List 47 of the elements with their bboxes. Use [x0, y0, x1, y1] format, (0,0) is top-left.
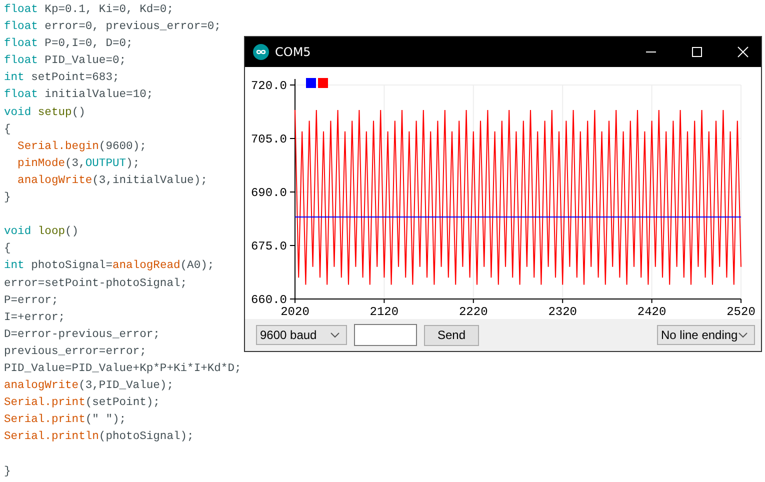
code-line: Serial.begin(9600); [16, 140, 146, 153]
code-line: Serial.println(photoSignal); [4, 431, 194, 444]
code-line: float P=0,I=0, D=0; [4, 38, 133, 50]
code-line: pinMode(3,OUTPUT); [16, 158, 140, 170]
code-line: int photoSignal=analogRead(A0); [4, 260, 214, 272]
x-tick-label: 2220 [459, 305, 488, 319]
chevron-down-icon [738, 332, 748, 338]
y-tick-label: 720.0 [250, 79, 287, 93]
code-line: previous_error=error; [4, 346, 146, 358]
code-line: { [4, 124, 11, 136]
window-title: COM5 [275, 45, 311, 59]
input-field[interactable] [354, 324, 417, 346]
x-tick-label: 2420 [637, 305, 666, 319]
line-ending-dropdown[interactable]: No line ending [657, 325, 755, 345]
code-line: PID_Value=PID_Value+Kp*P+Ki*I+Kd*D; [4, 362, 242, 375]
y-tick-label: 675.0 [250, 240, 287, 254]
code-line: float initialValue=10; [4, 89, 154, 102]
maximize-icon[interactable] [691, 46, 703, 58]
code-line: D=error-previous_error; [4, 328, 160, 341]
x-tick-label: 2520 [726, 305, 756, 319]
x-tick-label: 2320 [548, 305, 577, 319]
code-line: float error=0, previous_error=0; [4, 21, 221, 34]
chevron-down-icon [330, 332, 340, 338]
code-line: float PID_Value=0; [4, 55, 126, 68]
code-line: } [4, 192, 11, 204]
code-line: void setup() [4, 106, 86, 119]
code-line: Serial.print(setPoint); [4, 397, 160, 410]
code-line: analogWrite(3,PID_Value); [4, 380, 174, 392]
y-tick-label: 660.0 [250, 293, 287, 307]
send-button[interactable]: Send [424, 324, 479, 346]
y-tick-label: 705.0 [250, 132, 287, 146]
close-icon[interactable] [737, 46, 749, 58]
baud-rate-dropdown[interactable]: 9600 baud [256, 325, 347, 345]
y-tick-label: 690.0 [250, 186, 287, 200]
code-line: P=error; [4, 294, 58, 307]
code-line: analogWrite(3,initialValue); [16, 174, 208, 187]
code-line: float Kp=0.1, Ki=0, Kd=0; [4, 4, 174, 16]
x-tick-label: 2020 [280, 305, 310, 319]
code-line: I=+error; [4, 312, 66, 324]
code-line: Serial.print(" "); [4, 414, 126, 426]
code-line: void loop() [4, 226, 79, 238]
code-line: error=setPoint-photoSignal; [4, 278, 188, 290]
code-line: { [4, 243, 11, 256]
code-line: int setPoint=683; [4, 72, 120, 84]
infinity-logo-icon [253, 44, 269, 60]
code-line: } [4, 466, 11, 478]
x-tick-label: 2120 [370, 305, 399, 319]
